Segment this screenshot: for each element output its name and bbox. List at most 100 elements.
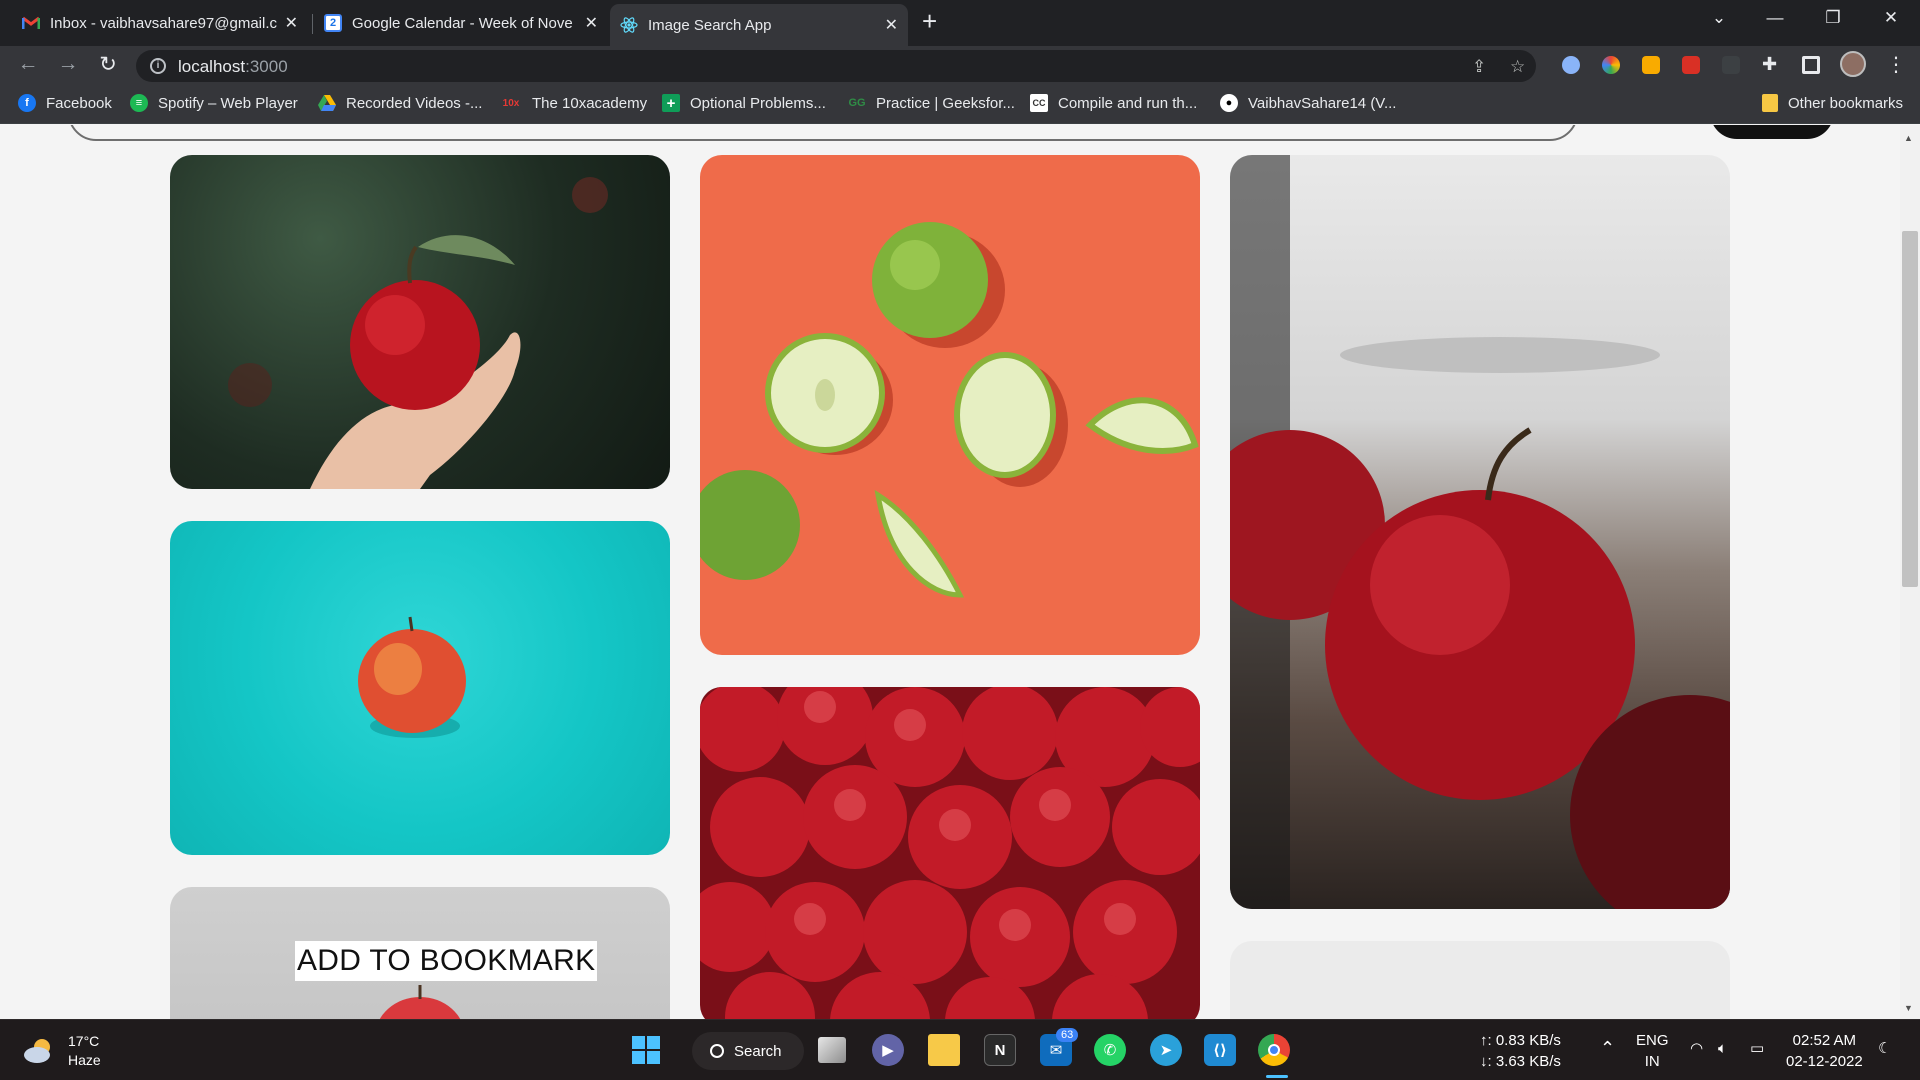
address-url: localhost:3000 <box>178 57 288 76</box>
bookmark-facebook[interactable]: f Facebook <box>18 94 112 112</box>
search-button[interactable] <box>1710 125 1834 139</box>
bookmark-recorded-videos[interactable]: Recorded Videos -... <box>318 94 482 112</box>
tab-gmail[interactable]: Inbox - vaibhavsahare97@gmail.c ✕ <box>12 6 308 40</box>
side-panel-icon[interactable] <box>1802 56 1820 74</box>
bookmark-label: Facebook <box>46 94 112 112</box>
share-icon[interactable]: ⇪ <box>1472 57 1486 77</box>
tab-search-chevron-icon[interactable]: ⌄ <box>1696 8 1742 28</box>
image-card[interactable] <box>700 687 1200 1019</box>
cc-icon: CC <box>1030 94 1048 112</box>
browser-toolbar: ← → ↻ i localhost:3000 ⇪ ☆ ✚ ⋮ <box>0 46 1920 84</box>
close-icon[interactable]: ✕ <box>585 13 598 33</box>
tab-google-calendar[interactable]: 2 Google Calendar - Week of Nove ✕ <box>314 6 608 40</box>
file-explorer-icon[interactable] <box>928 1034 960 1066</box>
language-indicator[interactable]: ENG IN <box>1636 1030 1669 1072</box>
close-icon[interactable]: ✕ <box>885 15 898 35</box>
volume-icon[interactable]: 🔈︎ <box>1718 1038 1727 1059</box>
minimize-button[interactable]: — <box>1752 8 1798 28</box>
tab-title: Image Search App <box>648 16 772 34</box>
weather-widget[interactable]: 17°C Haze <box>22 1032 101 1070</box>
red-apple-on-wooden-table-image <box>1230 155 1730 909</box>
bookmark-label: Recorded Videos -... <box>346 94 483 112</box>
new-tab-button[interactable]: + <box>922 8 937 34</box>
weather-condition: Haze <box>68 1052 101 1068</box>
site-info-icon[interactable]: i <box>150 58 166 74</box>
focus-moon-icon[interactable]: ☾ <box>1878 1038 1891 1059</box>
image-card[interactable] <box>1230 155 1730 909</box>
bookmark-label: Spotify – Web Player <box>158 94 298 112</box>
bookmark-optional-problems[interactable]: + Optional Problems... <box>662 94 826 112</box>
bookmark-github[interactable]: ● VaibhavSahare14 (V... <box>1220 94 1396 112</box>
bookmark-label: VaibhavSahare14 (V... <box>1248 94 1397 112</box>
forward-arrow-icon[interactable]: → <box>54 52 82 76</box>
add-to-bookmark-button[interactable]: ADD TO BOOKMARK <box>295 941 598 981</box>
star-bookmark-icon[interactable]: ☆ <box>1510 57 1525 77</box>
search-icon <box>710 1044 724 1058</box>
scroll-down-arrow-icon[interactable]: ▼ <box>1904 1003 1913 1013</box>
bookmarks-bar: f Facebook ≡ Spotify – Web Player Record… <box>0 84 1920 124</box>
tab-image-search-app[interactable]: Image Search App ✕ <box>610 4 908 46</box>
chrome-icon[interactable] <box>1258 1034 1290 1066</box>
whatsapp-icon[interactable]: ✆ <box>1094 1034 1126 1066</box>
geeksforgeeks-icon: GG <box>848 97 866 109</box>
folder-icon <box>1762 94 1778 112</box>
image-card[interactable] <box>170 155 670 489</box>
bookmark-spotify[interactable]: ≡ Spotify – Web Player <box>130 94 298 112</box>
lens-extension-icon[interactable] <box>1562 56 1580 74</box>
profile-avatar[interactable] <box>1840 51 1866 77</box>
image-card[interactable] <box>170 521 670 855</box>
more-menu-icon[interactable]: ⋮ <box>1886 52 1906 77</box>
browser-tab-strip: Inbox - vaibhavsahare97@gmail.c ✕ 2 Goog… <box>0 0 1920 46</box>
windows-start-icon[interactable] <box>630 1034 662 1066</box>
scrollbar-thumb[interactable] <box>1902 231 1918 587</box>
taskbar-search-button[interactable]: Search <box>692 1032 804 1070</box>
task-view-icon[interactable] <box>818 1037 846 1063</box>
mail-unread-badge: 63 <box>1056 1028 1079 1042</box>
chevron-up-icon[interactable]: ⌃ <box>1600 1038 1615 1059</box>
github-icon: ● <box>1220 94 1238 112</box>
page-viewport: ADD TO BOOKMARK ▲ ▼ <box>0 125 1920 1019</box>
close-window-button[interactable]: ✕ <box>1868 8 1914 28</box>
address-bar[interactable]: i localhost:3000 ⇪ ☆ <box>136 50 1536 82</box>
dark-extension-icon[interactable] <box>1722 56 1740 74</box>
vscode-icon[interactable]: ⟨⟩ <box>1204 1034 1236 1066</box>
search-input[interactable] <box>68 125 1578 141</box>
taskbar-search-label: Search <box>734 1042 782 1060</box>
puzzle-extensions-icon[interactable]: ✚ <box>1762 54 1780 74</box>
bookmark-label: The 10xacademy <box>532 94 648 112</box>
back-arrow-icon[interactable]: ← <box>14 52 42 76</box>
note-extension-icon[interactable] <box>1642 56 1660 74</box>
restore-button[interactable]: ❐ <box>1810 8 1856 28</box>
google-drive-icon <box>318 94 336 112</box>
image-card[interactable] <box>700 155 1200 655</box>
tab-title: Google Calendar - Week of Nove <box>352 14 573 32</box>
wifi-icon[interactable]: ◠ <box>1690 1038 1703 1059</box>
close-icon[interactable]: ✕ <box>285 13 298 33</box>
red-extension-icon[interactable] <box>1682 56 1700 74</box>
clock-date: 02-12-2022 <box>1786 1053 1863 1070</box>
scroll-up-arrow-icon[interactable]: ▲ <box>1904 133 1913 143</box>
tab-separator <box>312 14 313 34</box>
notion-icon[interactable]: N <box>984 1034 1016 1066</box>
bookmark-compile-and-run[interactable]: CC Compile and run th... <box>1030 94 1197 112</box>
other-bookmarks-folder[interactable]: Other bookmarks <box>1762 94 1903 112</box>
haze-cloud-icon <box>22 1037 56 1065</box>
tab-title: Inbox - vaibhavsahare97@gmail.c <box>50 14 277 32</box>
telegram-icon[interactable]: ➤ <box>1150 1034 1182 1066</box>
bookmark-10xacademy[interactable]: 10x The 10xacademy <box>500 94 647 112</box>
facebook-icon: f <box>18 94 36 112</box>
bookmark-geeksforgeeks[interactable]: GG Practice | Geeksfor... <box>848 94 1015 112</box>
react-icon <box>620 16 638 34</box>
clock-time: 02:52 AM <box>1792 1032 1857 1049</box>
weather-temperature: 17°C <box>68 1033 100 1049</box>
battery-icon[interactable]: ▭ <box>1750 1038 1764 1059</box>
teams-chat-icon[interactable]: ▶ <box>872 1034 904 1066</box>
bookmark-label: Practice | Geeksfor... <box>876 94 1015 112</box>
clock[interactable]: 02:52 AM 02-12-2022 <box>1786 1030 1863 1072</box>
reload-icon[interactable]: ↻ <box>94 52 122 77</box>
bookmark-label: Optional Problems... <box>690 94 826 112</box>
network-speed: ↑: 0.83 KB/s ↓: 3.63 KB/s <box>1480 1030 1561 1072</box>
color-picker-extension-icon[interactable] <box>1602 56 1620 74</box>
windows-taskbar: 17°C Haze Search ▶ N ✉ 63 ✆ ➤ ⟨⟩ ↑: 0.83… <box>0 1019 1920 1080</box>
image-card[interactable] <box>1230 941 1730 1019</box>
